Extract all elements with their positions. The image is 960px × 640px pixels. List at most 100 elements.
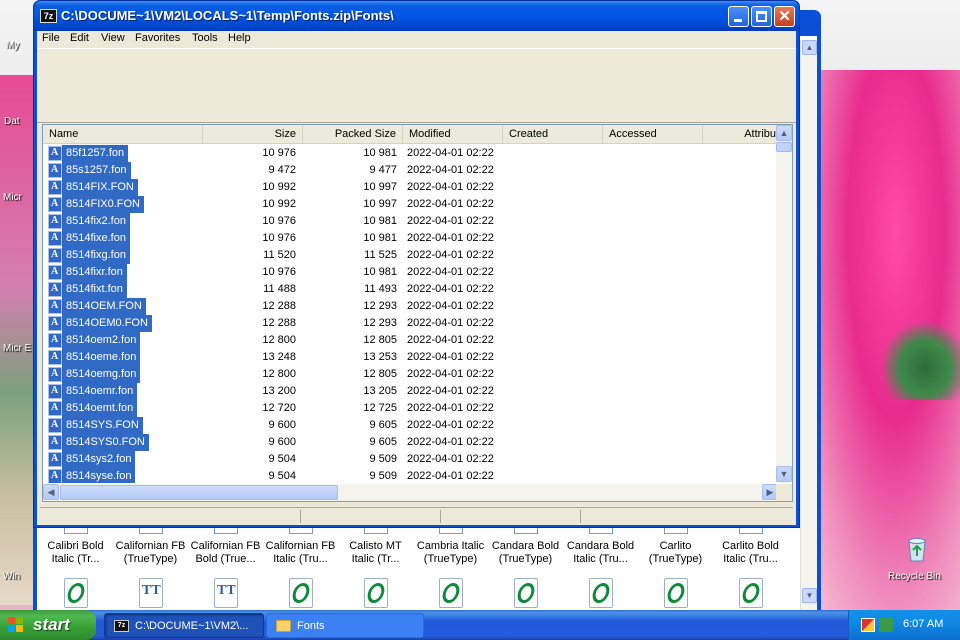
desktop-icon-label-3[interactable]: Micr (3, 192, 22, 203)
scroll-up-arrow-icon[interactable]: ▲ (802, 40, 817, 55)
file-packed-size: 9 605 (369, 419, 397, 431)
font-file-icon (48, 146, 62, 161)
file-row[interactable]: 8514FIX.FON 10 992 10 997 2022-04-01 02:22 (43, 179, 778, 196)
font-item-type: Italic (Tru... (723, 553, 778, 565)
menu-view[interactable]: View (101, 32, 125, 44)
file-row[interactable]: 8514sys2.fon 9 504 9 509 2022-04-01 02:22 (43, 451, 778, 468)
vertical-scrollbar[interactable]: ▲ ▼ (776, 125, 792, 483)
file-name: 85f1257.fon (62, 145, 129, 162)
file-row[interactable]: 8514oem2.fon 12 800 12 805 2022-04-01 02:22 (43, 332, 778, 349)
horizontal-scroll-thumb[interactable] (60, 485, 338, 500)
file-list[interactable]: Name Size Packed Size Modified Created A… (42, 124, 793, 502)
font-file-icon (48, 333, 62, 348)
file-row[interactable]: 8514fix2.fon 10 976 10 981 2022-04-01 02:22 (43, 213, 778, 230)
file-row[interactable]: 8514SYS0.FON 9 600 9 605 2022-04-01 02:22 (43, 434, 778, 451)
scroll-down-arrow-icon[interactable]: ▼ (776, 466, 792, 482)
scroll-up-arrow-icon[interactable]: ▲ (776, 125, 792, 141)
desktop-icon-label-1[interactable]: My (6, 40, 19, 51)
file-row[interactable]: 8514OEM.FON 12 288 12 293 2022-04-01 02:22 (43, 298, 778, 315)
menu-edit[interactable]: Edit (70, 32, 89, 44)
file-packed-size: 12 805 (363, 368, 397, 380)
desktop-wallpaper-palm (880, 320, 960, 400)
desktop-icon-label-5[interactable]: Win (3, 571, 20, 582)
vertical-scroll-thumb[interactable] (776, 142, 792, 152)
font-item-name: Californian FB (115, 540, 186, 552)
menu-tools[interactable]: Tools (192, 32, 218, 44)
file-row[interactable]: 8514oemg.fon 12 800 12 805 2022-04-01 02:22 (43, 366, 778, 383)
taskbar-button-archive[interactable]: 7z C:\DOCUME~1\VM2\... (104, 613, 264, 638)
file-row[interactable]: 8514oeme.fon 13 248 13 253 2022-04-01 02:22 (43, 349, 778, 366)
column-header-size[interactable]: Size (203, 125, 303, 143)
title-bar[interactable]: 7z C:\DOCUME~1\VM2\LOCALS~1\Temp\Fonts.z… (34, 1, 799, 31)
list-header: Name Size Packed Size Modified Created A… (43, 125, 778, 144)
file-size: 13 248 (262, 351, 296, 363)
file-name: 8514sys2.fon (62, 451, 136, 468)
column-header-attributes[interactable]: Attribu (703, 125, 778, 143)
fonts-folder-grid: Calibri Bold Italic (Tr... Californian FB… (38, 520, 798, 610)
font-item-type: Bold (True... (195, 553, 256, 565)
file-packed-size: 13 205 (363, 385, 397, 397)
file-row[interactable]: 8514oemt.fon 12 720 12 725 2022-04-01 02:22 (43, 400, 778, 417)
file-size: 13 200 (262, 385, 296, 397)
scroll-down-arrow-icon[interactable]: ▼ (802, 588, 817, 603)
status-bar (40, 507, 793, 524)
file-row[interactable]: 8514fixg.fon 11 520 11 525 2022-04-01 02:22 (43, 247, 778, 264)
7zip-app-icon[interactable]: 7z (40, 9, 57, 23)
file-modified: 2022-04-01 02:22 (407, 436, 494, 448)
font-item-name: Californian FB (265, 540, 336, 552)
menu-help[interactable]: Help (228, 32, 251, 44)
column-header-name[interactable]: Name (43, 125, 203, 143)
taskbar-button-fonts[interactable]: Fonts (266, 613, 424, 638)
network-tray-icon[interactable] (879, 618, 893, 632)
column-header-accessed[interactable]: Accessed (603, 125, 703, 143)
file-modified: 2022-04-01 02:22 (407, 300, 494, 312)
archive-window: 7z C:\DOCUME~1\VM2\LOCALS~1\Temp\Fonts.z… (33, 0, 800, 528)
file-row[interactable]: 85s1257.fon 9 472 9 477 2022-04-01 02:22 (43, 162, 778, 179)
clock[interactable]: 6:07 AM (903, 618, 943, 630)
file-modified: 2022-04-01 02:22 (407, 215, 494, 227)
file-row[interactable]: 8514OEM0.FON 12 288 12 293 2022-04-01 02:22 (43, 315, 778, 332)
file-packed-size: 10 981 (363, 232, 397, 244)
file-row[interactable]: 8514oemr.fon 13 200 13 205 2022-04-01 02:22 (43, 383, 778, 400)
menu-file[interactable]: File (42, 32, 60, 44)
file-row[interactable]: 85f1257.fon 10 976 10 981 2022-04-01 02:22 (43, 145, 778, 162)
desktop-icon-label-4[interactable]: Micr E (3, 343, 31, 354)
file-row[interactable]: 8514FIX0.FON 10 992 10 997 2022-04-01 02:22 (43, 196, 778, 213)
file-row[interactable]: 8514syse.fon 9 504 9 509 2022-04-01 02:22 (43, 468, 778, 483)
file-row[interactable]: 8514fixe.fon 10 976 10 981 2022-04-01 02:22 (43, 230, 778, 247)
horizontal-scrollbar[interactable]: ◀ ▶ (43, 484, 778, 501)
recycle-bin-icon[interactable] (902, 533, 932, 563)
security-tray-icon[interactable] (861, 618, 875, 632)
close-button[interactable]: ✕ (774, 6, 795, 27)
file-row[interactable]: 8514SYS.FON 9 600 9 605 2022-04-01 02:22 (43, 417, 778, 434)
taskbar: start 7z C:\DOCUME~1\VM2\... Fonts 6:07 … (0, 610, 960, 640)
file-size: 12 800 (262, 334, 296, 346)
file-row[interactable]: 8514fixt.fon 11 488 11 493 2022-04-01 02:22 (43, 281, 778, 298)
file-name: 8514SYS0.FON (62, 434, 149, 451)
font-file-icon (48, 418, 62, 433)
file-size: 10 976 (262, 232, 296, 244)
file-packed-size: 10 997 (363, 181, 397, 193)
maximize-button[interactable] (751, 6, 772, 27)
file-packed-size: 12 293 (363, 300, 397, 312)
file-modified: 2022-04-01 02:22 (407, 283, 494, 295)
font-item-name: Calisto MT (349, 540, 402, 552)
start-button[interactable]: start (0, 610, 96, 640)
taskbar-button-label: C:\DOCUME~1\VM2\... (135, 620, 249, 632)
menu-favorites[interactable]: Favorites (135, 32, 180, 44)
file-modified: 2022-04-01 02:22 (407, 402, 494, 414)
font-file-icon (48, 452, 62, 467)
file-row[interactable]: 8514fixr.fon 10 976 10 981 2022-04-01 02:22 (43, 264, 778, 281)
scroll-left-arrow-icon[interactable]: ◀ (43, 484, 59, 500)
file-size: 12 288 (262, 317, 296, 329)
minimize-button[interactable] (728, 6, 749, 27)
file-name: 8514oemg.fon (62, 366, 141, 383)
desktop-icon-label-2[interactable]: Dat (4, 116, 20, 127)
recycle-bin-label: Recycle Bin (888, 571, 941, 582)
column-header-created[interactable]: Created (503, 125, 603, 143)
font-file-icon (48, 469, 62, 483)
fonts-folder-scrollbar[interactable]: ▲ ▼ (800, 40, 817, 610)
column-header-packed-size[interactable]: Packed Size (303, 125, 403, 143)
file-rows: 85f1257.fon10 97610 9812022-04-01 02:228… (43, 145, 778, 483)
column-header-modified[interactable]: Modified (403, 125, 503, 143)
